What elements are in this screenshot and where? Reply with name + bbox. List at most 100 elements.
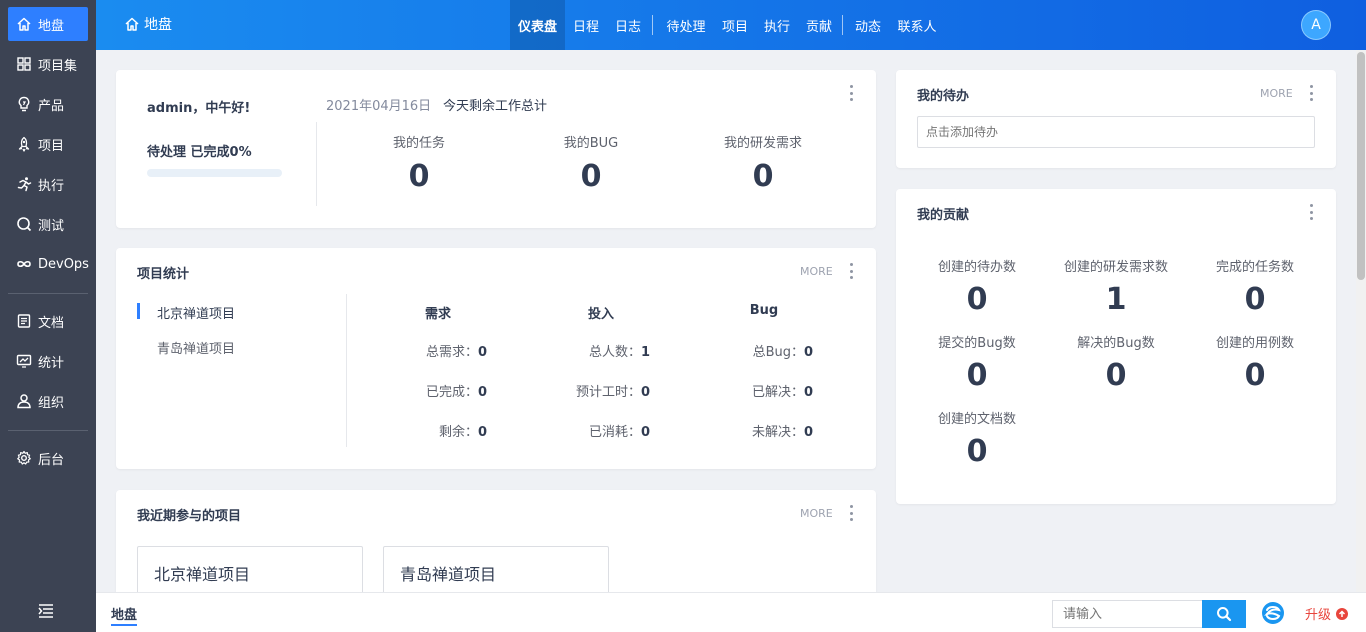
- stat-row-value: 0: [804, 385, 814, 400]
- contrib-label: 创建的文档数: [937, 412, 1016, 427]
- stat-column-header: 投入: [587, 307, 614, 322]
- stat-value-task[interactable]: 0: [359, 159, 479, 194]
- sidebar-item-qa[interactable]: 测试: [8, 207, 88, 241]
- sidebar-item-devops[interactable]: DevOps: [8, 247, 89, 281]
- contrib-label: 创建的用例数: [1215, 336, 1294, 351]
- sidebar-item-label: 项目集: [38, 58, 78, 74]
- more-menu-icon[interactable]: [1306, 84, 1316, 102]
- upgrade-link[interactable]: 升级: [1305, 604, 1349, 623]
- search-icon: [1217, 607, 1232, 622]
- project-list-item[interactable]: 北京禅道项目: [157, 303, 235, 322]
- nav-divider: [842, 15, 843, 35]
- stat-row: 已完成：0: [348, 381, 490, 400]
- tab-contacts[interactable]: 联系人: [889, 0, 945, 50]
- stat-row: 已解决：0: [674, 381, 816, 400]
- home-icon: [125, 17, 139, 31]
- divider: [316, 122, 317, 206]
- contrib-value: 0: [1244, 358, 1266, 393]
- todo-input[interactable]: [917, 116, 1315, 148]
- search-button[interactable]: [1202, 600, 1246, 628]
- contrib-label: 创建的待办数: [937, 260, 1016, 275]
- sidebar-item-label: 后台: [38, 452, 65, 468]
- active-indicator: [137, 303, 140, 319]
- sidebar-item-label: 执行: [38, 178, 65, 194]
- project-list-item[interactable]: 青岛禅道项目: [157, 338, 235, 357]
- tab-effort[interactable]: 日志: [607, 0, 649, 50]
- tab-todo[interactable]: 待处理: [658, 0, 714, 50]
- contrib-label: 创建的研发需求数: [1063, 260, 1168, 275]
- tab-dashboard[interactable]: 仪表盘: [510, 0, 565, 50]
- stat-row: 总需求：0: [348, 341, 490, 360]
- gear-icon: [16, 450, 32, 466]
- footer-tab-my[interactable]: 地盘: [111, 604, 138, 626]
- stat-row-value: 0: [804, 425, 814, 440]
- sidebar-item-label: 项目: [38, 138, 65, 154]
- sidebar-item-admin[interactable]: 后台: [8, 441, 88, 475]
- stat-value-story[interactable]: 0: [703, 159, 823, 194]
- stat-row-label: 剩余：: [438, 425, 478, 440]
- stat-row: 总Bug：0: [674, 341, 816, 360]
- stat-label-task: 我的任务: [392, 136, 445, 151]
- stat-row-label: 已完成：: [425, 385, 478, 400]
- welcome-card: admin，中午好! 待处理 已完成0% 2021年04月16日 今天剩余工作总…: [116, 70, 876, 228]
- more-link[interactable]: MORE: [800, 507, 833, 520]
- stat-row-value: 0: [478, 345, 488, 360]
- stat-row-value: 1: [641, 345, 651, 360]
- menu-collapse-icon[interactable]: [36, 602, 56, 620]
- sidebar-item-doc[interactable]: 文档: [8, 304, 88, 338]
- progress-bar: [147, 169, 282, 177]
- more-link[interactable]: MORE: [1260, 87, 1293, 100]
- more-menu-icon[interactable]: [846, 504, 856, 522]
- scrollbar-thumb[interactable]: [1357, 52, 1365, 280]
- tab-project[interactable]: 项目: [714, 0, 756, 50]
- stat-row-label: 已解决：: [751, 385, 804, 400]
- sidebar-item-company[interactable]: 组织: [8, 384, 88, 418]
- doc-icon: [16, 313, 32, 329]
- stat-row: 剩余：0: [348, 421, 490, 440]
- chart-icon: [16, 353, 32, 369]
- sidebar-item-my[interactable]: 地盘: [8, 7, 88, 41]
- grid-icon: [16, 56, 32, 72]
- stat-value-bug[interactable]: 0: [531, 159, 651, 194]
- sidebar-item-product[interactable]: 产品: [8, 87, 88, 121]
- card-title: 我的待办: [917, 89, 970, 104]
- contrib-value: 1: [1105, 282, 1127, 317]
- contribution-card: 我的贡献 创建的待办数 0 创建的研发需求数 1 完成的任务数 0 提交的Bug数 0 解决的B…: [896, 189, 1336, 504]
- sidebar-item-program[interactable]: 项目集: [8, 47, 88, 81]
- more-menu-icon[interactable]: [1306, 203, 1316, 221]
- stat-row-label: 总Bug：: [752, 345, 804, 360]
- divider: [346, 294, 347, 447]
- sidebar-item-report[interactable]: 统计: [8, 344, 88, 378]
- stat-row-value: 0: [641, 425, 651, 440]
- rocket-icon: [16, 136, 32, 152]
- sidebar-item-project[interactable]: 项目: [8, 127, 88, 161]
- sidebar-item-label: 文档: [38, 315, 65, 331]
- header-home-link[interactable]: 地盘: [124, 14, 172, 34]
- recent-projects-card: 我近期参与的项目 MORE 北京禅道项目 青岛禅道项目: [116, 490, 876, 606]
- search-input[interactable]: [1052, 600, 1202, 628]
- contrib-value: 0: [966, 434, 988, 469]
- stat-row: 未解决：0: [674, 421, 816, 440]
- more-link[interactable]: MORE: [800, 265, 833, 278]
- zentao-logo-icon[interactable]: [1261, 601, 1285, 625]
- infinity-icon: [16, 256, 32, 272]
- avatar[interactable]: A: [1301, 10, 1331, 40]
- stat-column-header: Bug: [749, 303, 779, 318]
- nav-divider: [652, 15, 653, 35]
- tab-execution[interactable]: 执行: [756, 0, 798, 50]
- stat-label-bug: 我的BUG: [563, 136, 619, 151]
- stat-row: 已消耗：0: [511, 421, 653, 440]
- tab-contribute[interactable]: 贡献: [798, 0, 840, 50]
- sidebar-item-label: 组织: [38, 395, 65, 411]
- more-menu-icon[interactable]: [846, 262, 856, 280]
- tab-calendar[interactable]: 日程: [565, 0, 607, 50]
- more-menu-icon[interactable]: [846, 84, 856, 102]
- sidebar-item-execution[interactable]: 执行: [8, 167, 88, 201]
- stat-row-value: 0: [478, 385, 488, 400]
- stat-row-label: 未解决：: [751, 425, 804, 440]
- project-card-title: 北京禅道项目: [154, 565, 251, 584]
- contrib-label: 提交的Bug数: [938, 336, 1016, 351]
- home-icon: [16, 16, 32, 32]
- summary-label: 今天剩余工作总计: [443, 99, 548, 114]
- tab-dynamic[interactable]: 动态: [847, 0, 889, 50]
